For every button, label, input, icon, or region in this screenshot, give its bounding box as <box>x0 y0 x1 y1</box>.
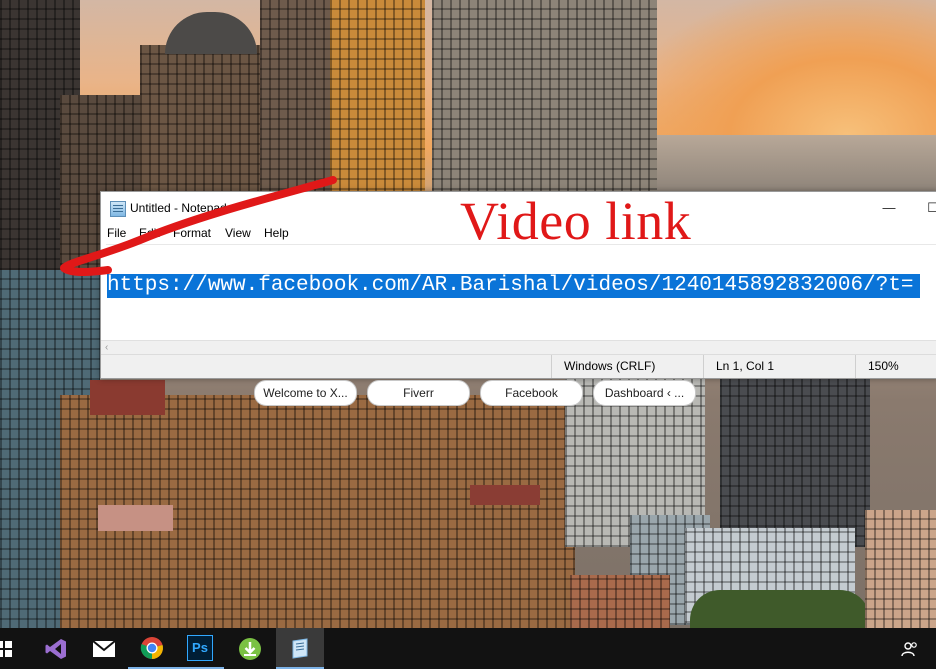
tab-facebook[interactable]: Facebook <box>480 380 583 406</box>
building <box>570 575 670 630</box>
building <box>720 377 870 547</box>
visual-studio-icon <box>45 638 66 659</box>
rooftop-structure <box>470 485 540 505</box>
minimize-button[interactable]: — <box>869 196 909 220</box>
mail-icon <box>92 639 116 657</box>
taskbar-idm[interactable] <box>226 628 274 669</box>
taskbar-visual-studio[interactable] <box>32 628 80 669</box>
text-editor-area[interactable]: https://www.facebook.com/AR.Barishal/vid… <box>106 244 936 341</box>
tab-dashboard[interactable]: Dashboard ‹ ... <box>593 380 696 406</box>
chrome-icon <box>140 636 163 659</box>
status-bar: Windows (CRLF) Ln 1, Col 1 150% <box>101 354 936 378</box>
horizontal-scrollbar[interactable]: ‹ <box>101 340 936 355</box>
tab-welcome[interactable]: Welcome to X... <box>254 380 357 406</box>
taskbar-chrome[interactable] <box>128 628 176 669</box>
notepad-icon <box>292 637 308 659</box>
maximize-button[interactable]: ☐ <box>913 196 936 220</box>
menu-help[interactable]: Help <box>264 226 289 240</box>
window-title: Untitled - Notepad <box>130 201 227 215</box>
rooftop-structure <box>98 505 173 531</box>
photoshop-icon: Ps <box>187 634 213 661</box>
annotation-title: Video link <box>460 191 692 251</box>
menu-view[interactable]: View <box>225 226 251 240</box>
start-button[interactable] <box>0 628 22 669</box>
tab-fiverr[interactable]: Fiverr <box>367 380 470 406</box>
zoom-status: 150% <box>855 355 936 378</box>
taskbar-mail[interactable] <box>80 628 128 669</box>
selected-text[interactable]: https://www.facebook.com/AR.Barishal/vid… <box>107 274 920 298</box>
windows-start-icon <box>0 640 12 657</box>
building <box>432 0 657 200</box>
taskbar-notepad[interactable] <box>276 628 324 669</box>
menu-format[interactable]: Format <box>173 226 211 240</box>
building <box>865 510 936 630</box>
distant-city-haze <box>640 135 936 195</box>
menu-edit[interactable]: Edit <box>139 226 160 240</box>
rooftop-structure <box>90 380 165 415</box>
trees <box>690 590 870 630</box>
taskbar-people[interactable] <box>890 628 930 669</box>
building <box>330 0 425 200</box>
building <box>140 45 260 205</box>
taskbar-photoshop[interactable]: Ps <box>176 628 224 669</box>
scroll-left-icon[interactable]: ‹ <box>105 341 108 355</box>
taskbar: Ps <box>0 628 936 669</box>
building <box>260 0 335 200</box>
dome <box>165 12 257 54</box>
sky-glow <box>640 0 936 150</box>
cursor-position-status: Ln 1, Col 1 <box>703 355 856 378</box>
idm-download-icon <box>239 637 261 660</box>
notepad-icon <box>110 201 126 217</box>
people-icon <box>901 641 917 656</box>
line-ending-status: Windows (CRLF) <box>551 355 704 378</box>
menu-file[interactable]: File <box>107 226 126 240</box>
